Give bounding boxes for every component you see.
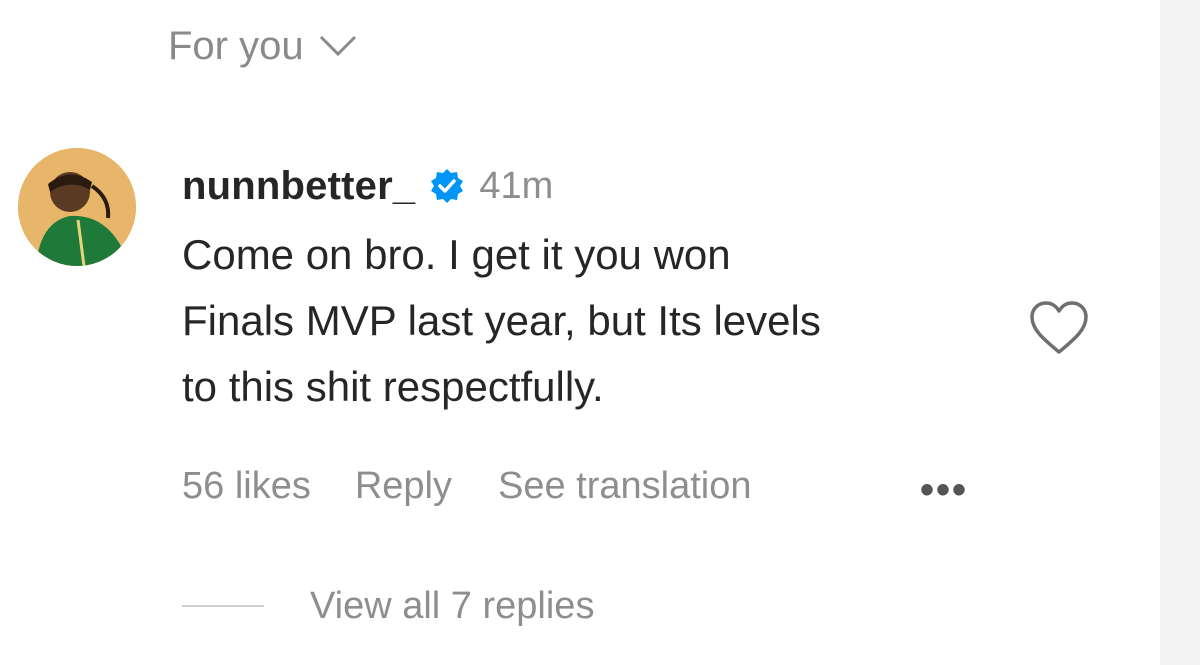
likes-count[interactable]: 56 likes — [182, 465, 311, 508]
comment-actions: 56 likes Reply See translation — [182, 458, 752, 514]
chevron-down-icon — [318, 34, 358, 58]
see-translation-button[interactable]: See translation — [498, 465, 752, 508]
timestamp: 41m — [479, 164, 554, 207]
comment-text-line: to this shit respectfully. — [182, 363, 604, 410]
comment-text-line: Finals MVP last year, but Its levels — [182, 297, 821, 344]
comment-meta: nunnbetter_ 41m — [182, 158, 1002, 214]
view-replies-label: View all 7 replies — [310, 584, 595, 627]
verified-badge-icon — [429, 168, 465, 204]
divider-line — [182, 605, 264, 607]
sort-dropdown[interactable]: For you — [168, 18, 358, 74]
heart-outline-icon[interactable] — [1028, 300, 1090, 361]
comment-text-line: Come on bro. I get it you won — [182, 231, 731, 278]
more-options-icon[interactable]: ••• — [920, 468, 968, 513]
avatar[interactable] — [18, 148, 136, 266]
comment: nunnbetter_ 41m Come on bro. I get it yo… — [182, 158, 1002, 420]
comment-view: For you nunnbetter_ 41m Come on bro. I g… — [0, 0, 1200, 665]
right-edge-panel — [1160, 0, 1200, 665]
username[interactable]: nunnbetter_ — [182, 164, 415, 209]
sort-label: For you — [168, 24, 304, 68]
view-replies-button[interactable]: View all 7 replies — [182, 578, 594, 634]
reply-button[interactable]: Reply — [355, 465, 452, 508]
comment-text: Come on bro. I get it you won Finals MVP… — [182, 222, 982, 420]
